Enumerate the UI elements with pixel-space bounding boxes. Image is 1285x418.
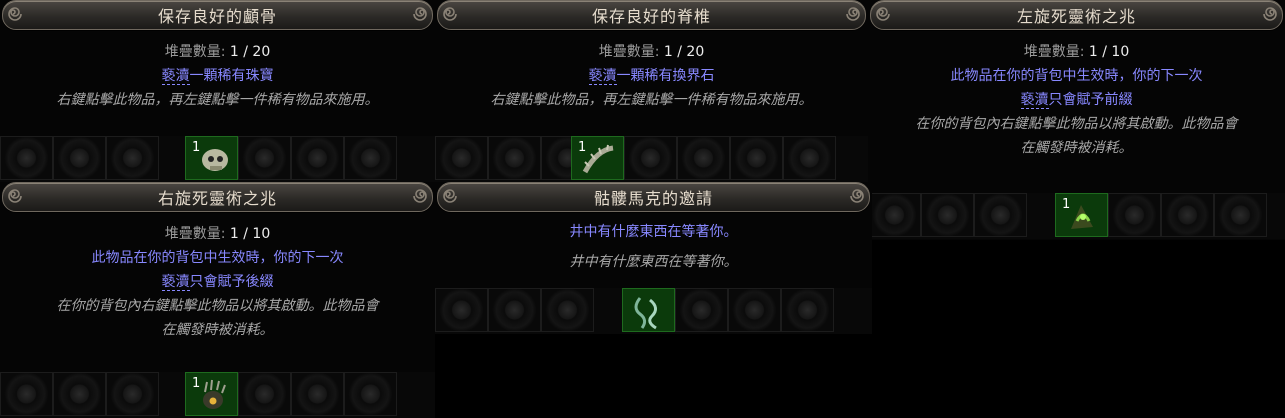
inventory-cell[interactable] [344,136,397,180]
tooltip-header: 左旋死靈術之兆 [870,0,1283,30]
stack-size: 堆疊數量: 1 / 20 [598,44,705,60]
usage-description: 在觸發時被消耗。 [1020,140,1133,156]
inventory-cell[interactable] [677,136,730,180]
header-swirl-icon [846,7,860,21]
inventory-cell[interactable] [0,136,53,180]
inventory-item-slot[interactable]: 1 [571,136,624,180]
tooltip-omen-dextral-necromancy: 右旋死靈術之兆 堆疊數量: 1 / 10 此物品在你的背包中生效時，你的下一次 … [0,182,435,418]
omen-dextral-icon [203,379,226,409]
modifier-line: 褻瀆一顆稀有珠寶 [161,68,274,85]
modifier-line: 褻瀆一顆稀有換界石 [588,68,715,85]
tooltip-header: 保存良好的顱骨 [2,0,433,30]
inventory-cell[interactable] [1214,193,1267,237]
inventory-row [435,288,872,334]
inventory-item-slot[interactable]: 1 [185,136,238,180]
inventory-cell[interactable] [0,372,53,416]
omen-sinistral-icon [1071,205,1093,229]
modifier-line: 此物品在你的背包中生效時，你的下一次 [91,250,344,266]
inventory-cell[interactable] [106,372,159,416]
inventory-cell[interactable] [1161,193,1214,237]
desecrate-keyword[interactable]: 褻瀆 [588,68,617,85]
tooltip-header: 骷髏馬克的邀請 [437,182,870,212]
inventory-cell[interactable] [435,136,488,180]
modifier-line: 褻瀆只會賦予後綴 [161,274,274,291]
item-title: 保存良好的脊椎 [591,7,711,26]
skull-icon [202,149,228,171]
header-swirl-icon [850,189,864,203]
inventory-cell[interactable] [291,136,344,180]
tooltip-omen-sinistral-necromancy: 左旋死靈術之兆 堆疊數量: 1 / 10 此物品在你的背包中生效時，你的下一次 … [868,0,1285,240]
inventory-row: 1 [0,372,435,418]
item-title: 左旋死靈術之兆 [1016,7,1136,26]
header-swirl-icon [413,189,427,203]
inventory-row: 1 [0,136,435,182]
inventory-cell[interactable] [624,136,677,180]
header-swirl-icon [1263,7,1277,21]
inventory-cell[interactable] [783,136,836,180]
desecrate-keyword[interactable]: 褻瀆 [1020,92,1049,109]
inventory-cell[interactable] [106,136,159,180]
usage-description: 右鍵點擊此物品，再左鍵點擊一件稀有物品來施用。 [56,92,379,108]
modifier-line: 此物品在你的背包中生效時，你的下一次 [950,68,1203,84]
inventory-cell[interactable] [868,193,921,237]
inventory-cell[interactable] [238,372,291,416]
desecrate-keyword[interactable]: 褻瀆 [161,274,190,291]
inventory-cell[interactable] [728,288,781,332]
claw-invitation-icon [634,297,657,330]
inventory-cell[interactable] [541,288,594,332]
tooltip-header: 保存良好的脊椎 [437,0,866,30]
tooltip-invitation: 骷髏馬克的邀請 井中有什麼東西在等著你。 井中有什麼東西在等著你。 [435,182,872,334]
spine-icon [582,144,614,174]
inventory-item-slot[interactable] [622,288,675,332]
stack-size: 堆疊數量: 1 / 10 [1023,44,1130,60]
inventory-cell[interactable] [291,372,344,416]
modifier-line: 褻瀆只會賦予前綴 [1020,92,1133,109]
inventory-cell[interactable] [344,372,397,416]
usage-description: 在你的背包內右鍵點擊此物品以將其啟動。此物品會 [915,116,1238,132]
inventory-item-slot[interactable]: 1 [1055,193,1108,237]
inventory-cell[interactable] [238,136,291,180]
inventory-cell[interactable] [1108,193,1161,237]
header-swirl-icon [443,7,457,21]
modifier-line: 井中有什麼東西在等著你。 [569,224,738,240]
inventory-row: 1 [868,193,1285,239]
item-title: 骷髏馬克的邀請 [593,189,713,208]
inventory-cell[interactable] [53,372,106,416]
desecrate-keyword[interactable]: 褻瀆 [161,68,190,85]
tooltip-header: 右旋死靈術之兆 [2,182,433,212]
item-title: 保存良好的顱骨 [157,7,277,26]
item-title: 右旋死靈術之兆 [157,189,277,208]
inventory-cell[interactable] [730,136,783,180]
header-swirl-icon [8,189,22,203]
inventory-cell[interactable] [781,288,834,332]
inventory-item-slot[interactable]: 1 [185,372,238,416]
header-swirl-icon [413,7,427,21]
stack-size: 堆疊數量: 1 / 20 [164,44,271,60]
header-swirl-icon [876,7,890,21]
inventory-row: 1 [435,136,868,182]
flavour-text: 井中有什麼東西在等著你。 [569,254,738,270]
inventory-cell[interactable] [488,136,541,180]
usage-description: 在觸發時被消耗。 [161,322,274,338]
inventory-cell[interactable] [921,193,974,237]
inventory-cell[interactable] [488,288,541,332]
stack-size: 堆疊數量: 1 / 10 [164,226,271,242]
header-swirl-icon [8,7,22,21]
usage-description: 右鍵點擊此物品，再左鍵點擊一件稀有物品來施用。 [490,92,813,108]
inventory-cell[interactable] [53,136,106,180]
tooltip-preserved-vertebrae: 保存良好的脊椎 堆疊數量: 1 / 20 褻瀆一顆稀有換界石 右鍵點擊此物品，再… [435,0,868,182]
inventory-cell[interactable] [974,193,1027,237]
inventory-cell[interactable] [675,288,728,332]
tooltip-preserved-cranium: 保存良好的顱骨 堆疊數量: 1 / 20 褻瀆一顆稀有珠寶 右鍵點擊此物品，再左… [0,0,435,182]
header-swirl-icon [443,189,457,203]
inventory-cell[interactable] [435,288,488,332]
usage-description: 在你的背包內右鍵點擊此物品以將其啟動。此物品會 [56,298,379,314]
